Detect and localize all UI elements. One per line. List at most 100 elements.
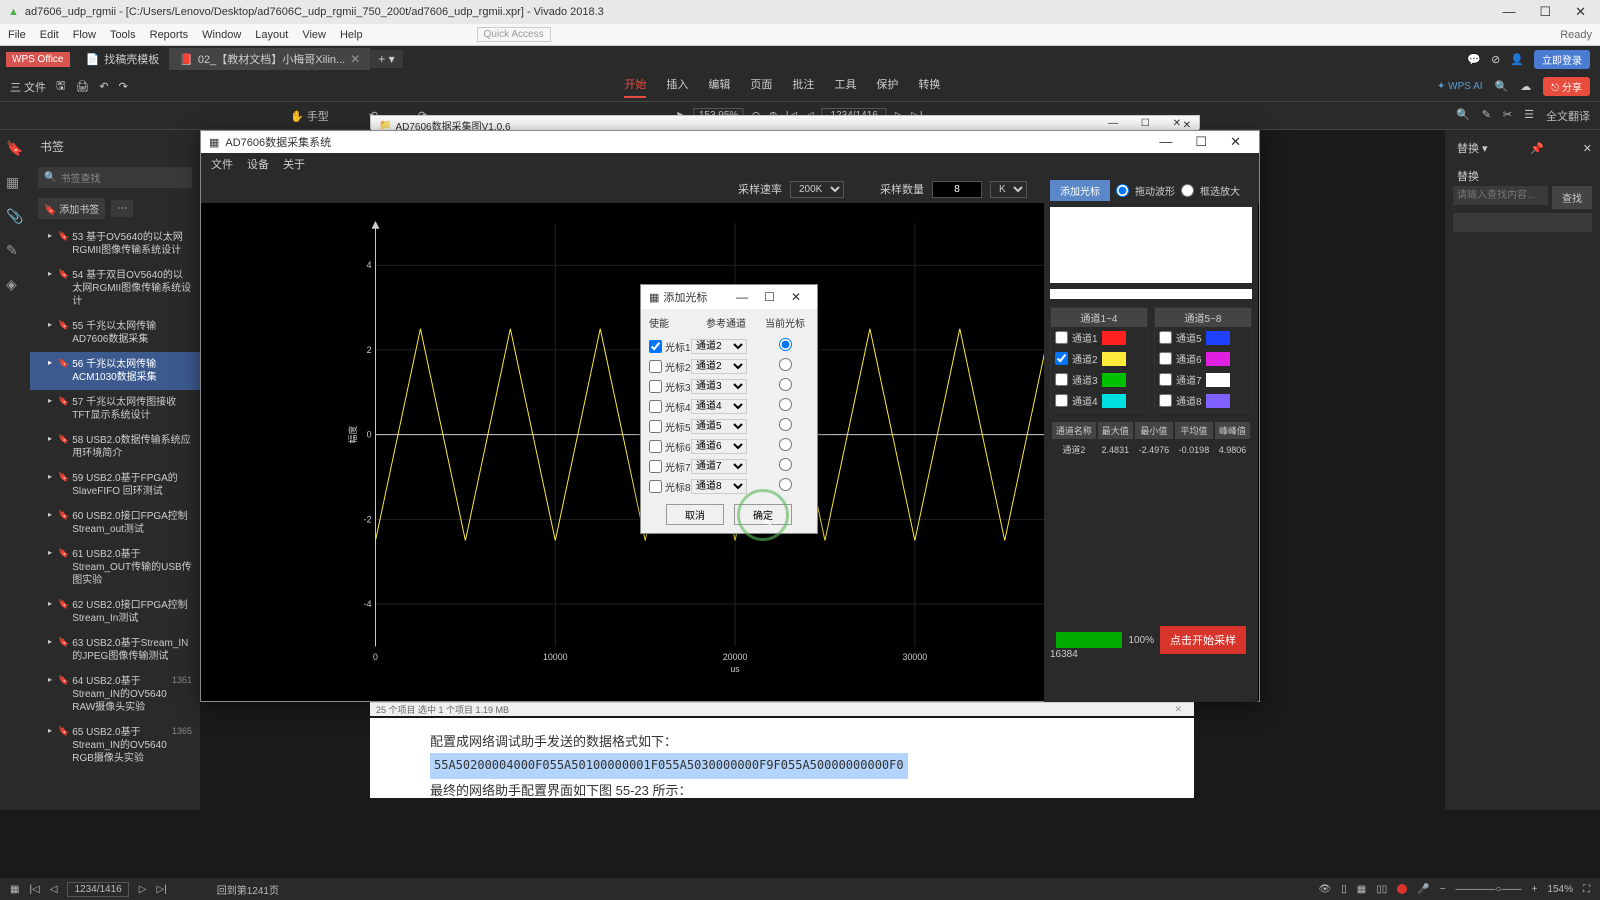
cursor-enable-checkbox[interactable] (649, 360, 662, 373)
first-icon[interactable]: |◁ (29, 884, 39, 895)
file-menu[interactable]: 三 文件 (10, 79, 46, 95)
wps-menu-convert[interactable]: 转换 (918, 76, 940, 98)
close-panel-icon[interactable]: ✕ (1583, 142, 1592, 155)
hex-data-highlight[interactable]: 55A50200004000F055A50100000001F055A50300… (430, 753, 908, 779)
current-cursor-radio[interactable] (779, 398, 792, 411)
vivado-menu-reports[interactable]: Reports (150, 29, 189, 41)
bookmark-item[interactable]: ▸🔖53 基于OV5640的以太网RGMII图像传输系统设计 (30, 225, 200, 263)
bookmark-item[interactable]: ▸🔖61 USB2.0基于Stream_OUT传输的USB传图实验 (30, 542, 200, 593)
confirm-button[interactable]: 确定 ↖ (734, 504, 792, 525)
attachment-icon[interactable]: 📎 (6, 208, 24, 226)
ad-title-bar[interactable]: ▦ AD7606数据采集系统 — ☐ ✕ (201, 131, 1259, 153)
vivado-menu-window[interactable]: Window (202, 29, 241, 41)
sample-count-input[interactable] (932, 181, 982, 198)
ad-menu-file[interactable]: 文件 (211, 156, 233, 172)
find-input[interactable] (1453, 186, 1548, 205)
cursor-enable-checkbox[interactable] (649, 480, 662, 493)
vivado-menu-tools[interactable]: Tools (110, 29, 136, 41)
next-icon[interactable]: ▷ (139, 884, 147, 895)
wps-tab-document[interactable]: 📕 02_【教材文档】小梅哥Xilin... ✕ (169, 48, 370, 70)
fe-close-icon[interactable]: ✕ (1163, 118, 1191, 129)
wps-menu-protect[interactable]: 保护 (876, 76, 898, 98)
fe-status-close-icon[interactable]: ✕ (1168, 704, 1188, 715)
prev-icon[interactable]: ◁ (50, 884, 58, 895)
bookmark-item[interactable]: ▸🔖57 千兆以太网传图接收TFT显示系统设计 (30, 390, 200, 428)
drag-mode-radio[interactable]: 拖动波形 (1116, 183, 1175, 198)
thumbnail-icon[interactable]: ▦ (6, 174, 24, 192)
bookmark-item[interactable]: ▸🔖56 千兆以太网传输ACM1030数据采集 (30, 352, 200, 390)
layers-icon[interactable]: ◈ (6, 276, 24, 294)
bookmark-icon[interactable]: 🔖 (6, 140, 24, 158)
cursor-channel-select[interactable]: 通道4 (691, 399, 747, 414)
back-link[interactable]: 回到第1241页 (217, 882, 279, 897)
vivado-menu-layout[interactable]: Layout (255, 29, 288, 41)
vivado-close-button[interactable]: ✕ (1569, 4, 1592, 20)
nav-icon[interactable]: ☰ (1524, 108, 1534, 124)
page-indicator-bottom[interactable]: 1234/1416 (67, 882, 128, 897)
zoom-out-icon[interactable]: − (1440, 884, 1446, 895)
wps-menu-insert[interactable]: 插入 (666, 76, 688, 98)
current-cursor-radio[interactable] (779, 338, 792, 351)
crop-icon[interactable]: ✂ (1503, 108, 1512, 124)
bookmark-item[interactable]: ▸🔖65 USB2.0基于Stream_IN的OV5640 RGB摄像头实验13… (30, 720, 200, 771)
sample-rate-select[interactable]: 200K (790, 181, 844, 198)
wps-add-tab-button[interactable]: + ▾ (370, 50, 402, 68)
cursor-channel-select[interactable]: 通道2 (691, 339, 747, 354)
share-button[interactable]: ⎋ 分享 (1543, 77, 1590, 96)
ad-menu-device[interactable]: 设备 (247, 156, 269, 172)
bookmark-item[interactable]: ▸🔖59 USB2.0基于FPGA的SlaveFIFO 回环测试 (30, 466, 200, 504)
bookmark-item[interactable]: ▸🔖54 基于双目OV5640的以太网RGMII图像传输系统设计 (30, 263, 200, 314)
start-sampling-button[interactable]: 点击开始采样 (1160, 626, 1246, 654)
ad-maximize-button[interactable]: ☐ (1185, 134, 1217, 149)
cursor-enable-checkbox[interactable] (649, 420, 662, 433)
channel-toggle[interactable]: 通道5 (1155, 327, 1251, 348)
wps-menu-tools[interactable]: 工具 (834, 76, 856, 98)
two-page-icon[interactable]: ▯▯ (1376, 884, 1387, 895)
continuous-icon[interactable]: ▦ (1357, 884, 1366, 895)
channel-toggle[interactable]: 通道1 (1051, 327, 1147, 348)
login-button[interactable]: 立即登录 (1534, 50, 1590, 69)
find-icon[interactable]: 🔍 (1456, 108, 1470, 124)
mic-icon[interactable]: 🎤 (1417, 884, 1429, 895)
wps-menu-comment[interactable]: 批注 (792, 76, 814, 98)
bookmark-item[interactable]: ▸🔖63 USB2.0基于Stream_IN的JPEG图像传输测试 (30, 631, 200, 669)
cursor-channel-select[interactable]: 通道5 (691, 419, 747, 434)
vivado-menu-edit[interactable]: Edit (40, 29, 59, 41)
bookmark-item[interactable]: ▸🔖55 千兆以太网传输AD7606数据采集 (30, 314, 200, 352)
replace-tab[interactable]: 替换 (1453, 166, 1592, 186)
wps-menu-page[interactable]: 页面 (750, 76, 772, 98)
bookmark-item[interactable]: ▸🔖64 USB2.0基于Stream_IN的OV5640 RAW摄像头实验13… (30, 669, 200, 720)
cursor-channel-select[interactable]: 通道8 (691, 479, 747, 494)
channel-toggle[interactable]: 通道3 (1051, 369, 1147, 390)
dialog-minimize-button[interactable]: — (728, 290, 756, 304)
add-cursor-button[interactable]: 添加光标 (1050, 180, 1110, 201)
cursor-enable-checkbox[interactable] (649, 380, 662, 393)
redo-icon[interactable]: ↷ (119, 80, 128, 93)
wps-menu-start[interactable]: 开始 (624, 76, 646, 98)
wps-tab-template[interactable]: 📄 找稿壳模板 (76, 48, 170, 70)
single-page-icon[interactable]: ▯ (1341, 884, 1347, 895)
cursor-channel-select[interactable]: 通道6 (691, 439, 747, 454)
undo-icon[interactable]: ↶ (99, 80, 108, 93)
dialog-maximize-button[interactable]: ☐ (756, 290, 783, 304)
last-icon[interactable]: ▷| (156, 884, 166, 895)
edit-icon[interactable]: ✎ (6, 242, 24, 260)
replace-dropdown[interactable]: 替换 ▾ (1453, 138, 1492, 158)
cursor-enable-checkbox[interactable] (649, 340, 662, 353)
edit-icon[interactable]: ✎ (1482, 108, 1491, 124)
add-bookmark-button[interactable]: 🔖 添加书签 (38, 198, 105, 219)
vivado-menu-help[interactable]: Help (340, 29, 363, 41)
bookmark-search-input[interactable]: 🔍 书签查找 (38, 167, 192, 188)
vivado-menu-file[interactable]: File (8, 29, 26, 41)
cursor-channel-select[interactable]: 通道3 (691, 379, 747, 394)
cursor-channel-select[interactable]: 通道2 (691, 359, 747, 374)
current-cursor-radio[interactable] (779, 478, 792, 491)
current-cursor-radio[interactable] (779, 438, 792, 451)
save-icon[interactable]: 🖫 (56, 77, 65, 96)
cursor-enable-checkbox[interactable] (649, 400, 662, 413)
message-icon[interactable]: 💬 (1467, 53, 1481, 66)
channel-toggle[interactable]: 通道6 (1155, 348, 1251, 369)
fulltext-translate[interactable]: 全文翻译 (1546, 108, 1590, 124)
cursor-channel-select[interactable]: 通道7 (691, 459, 747, 474)
ad-close-button[interactable]: ✕ (1220, 134, 1251, 149)
